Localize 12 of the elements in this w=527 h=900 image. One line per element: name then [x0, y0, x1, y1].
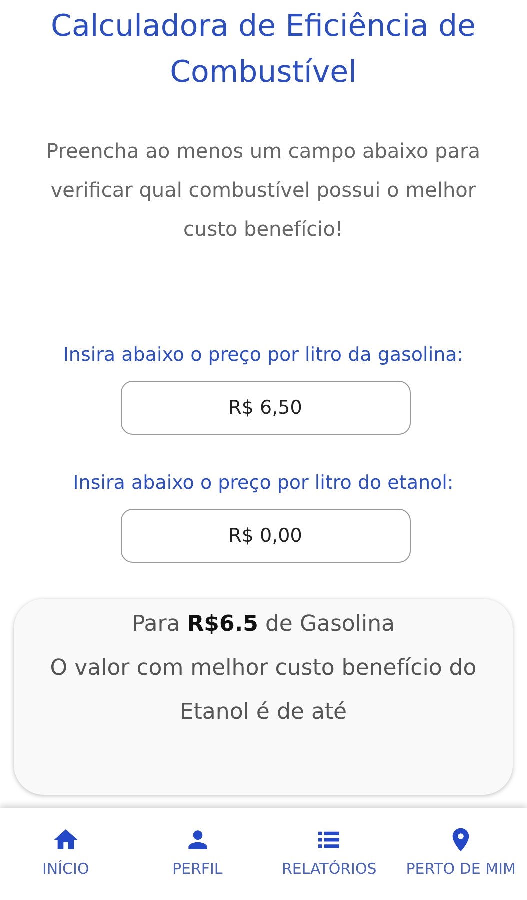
nav-item[interactable]: PERTO DE MIM: [395, 808, 527, 900]
page-title: Calculadora de Eficiência de Combustível: [50, 8, 477, 92]
nav-item[interactable]: PERFIL: [132, 808, 264, 900]
result-text: O valor com melhor custo benefício do Etanol é de até: [49, 655, 478, 727]
result-text: Para R$6.5 de Gasolina: [130, 611, 396, 639]
nav-item[interactable]: RELATÓRIOS: [264, 808, 396, 900]
price-field[interactable]: R$ 6,50: [120, 381, 410, 435]
field-label: Insira abaixo o preço por litro do etanol:: [73, 472, 454, 494]
nav-item[interactable]: INÍCIO: [0, 808, 132, 900]
field-label: Insira abaixo o preço por litro da gasolina:: [63, 344, 464, 366]
instructions-text: Preencha ao menos um campo abaixo para verificar qual combustível possui o melhor custo benefício!: [46, 138, 482, 243]
price-field[interactable]: R$ 0,00: [120, 509, 410, 563]
